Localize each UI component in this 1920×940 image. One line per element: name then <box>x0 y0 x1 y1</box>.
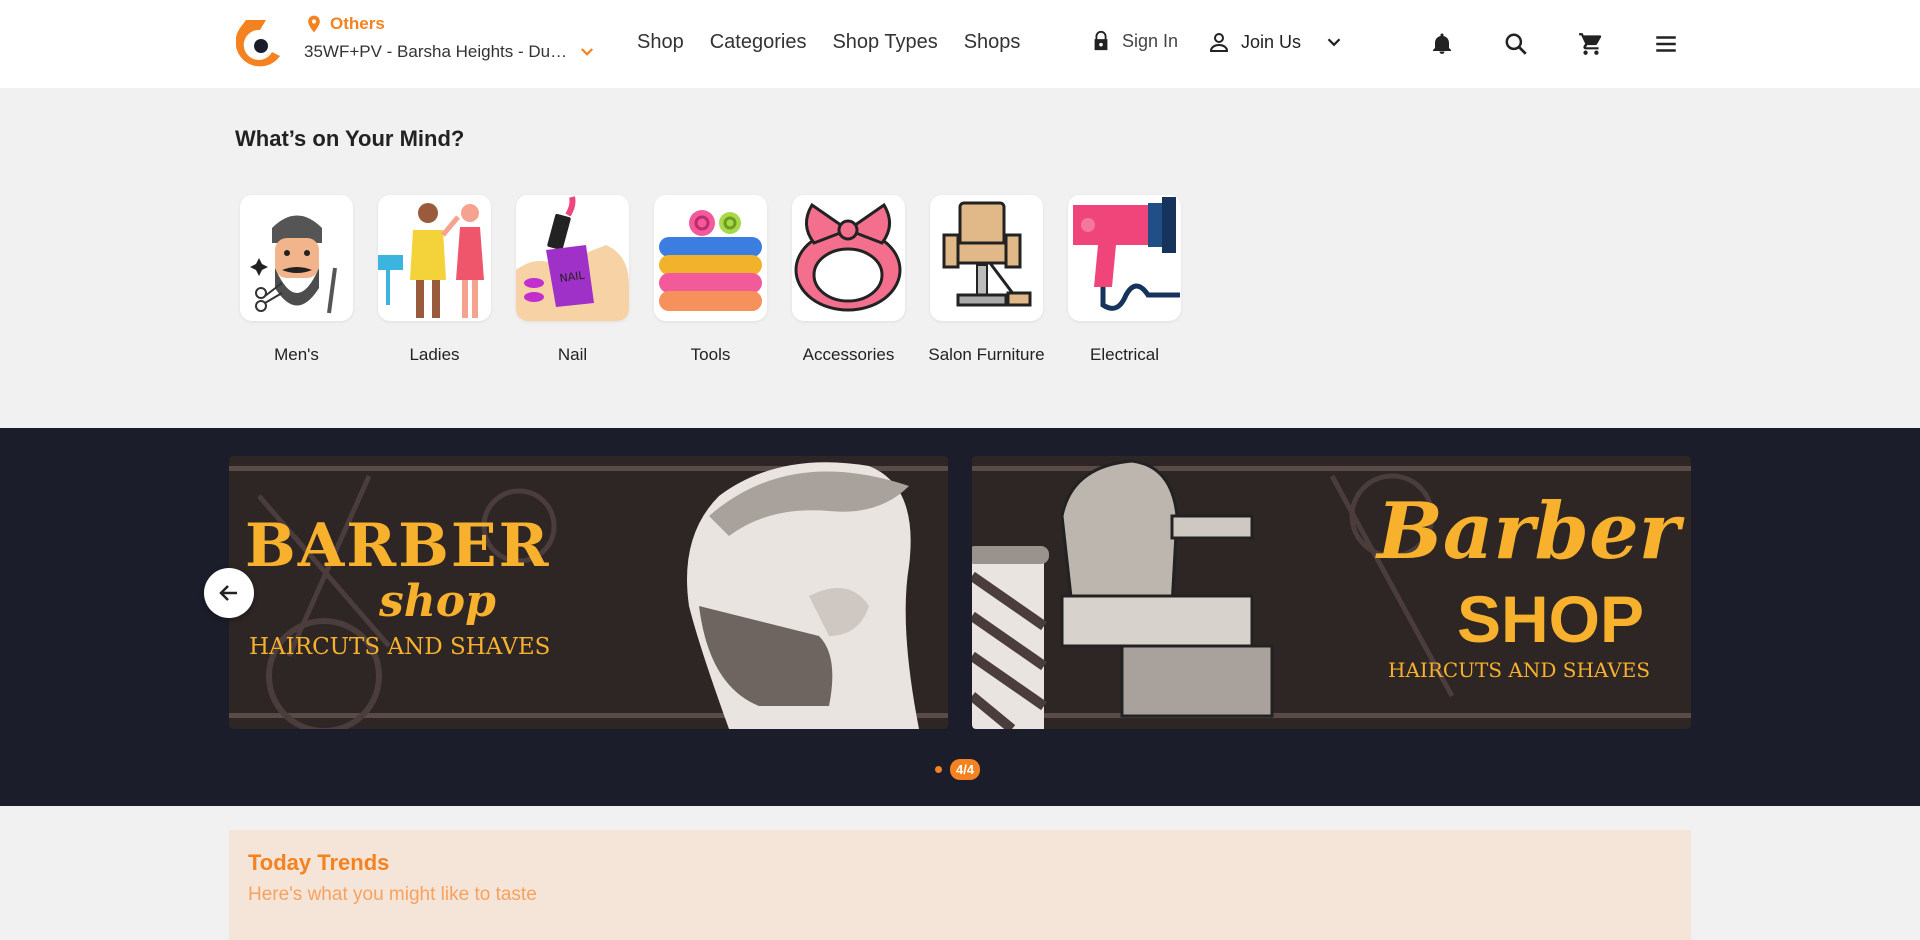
category-nail[interactable]: NAIL Nail <box>516 195 629 365</box>
category-label: Ladies <box>409 345 460 364</box>
hair-dryer-icon <box>1073 197 1180 311</box>
category-tile <box>792 195 905 321</box>
banner-subheading: shop <box>379 576 496 627</box>
sign-in-button[interactable]: Sign In <box>1090 30 1178 52</box>
category-label: Accessories <box>802 345 895 364</box>
promo-banner[interactable]: BARBER shop HAIRCUTS AND SHAVES <box>229 456 948 729</box>
nav-shop[interactable]: Shop <box>637 31 684 54</box>
nav-shop-types[interactable]: Shop Types <box>832 31 937 54</box>
location-selector[interactable]: Others <box>304 13 385 35</box>
trends-title: Today Trends <box>248 850 390 875</box>
banner-tagline: HAIRCUTS AND SHAVES <box>1388 658 1651 682</box>
category-label: Tools <box>690 345 731 364</box>
section-title: What’s on Your Mind? <box>235 126 465 151</box>
sign-in-label: Sign In <box>1122 30 1179 51</box>
main-nav: Shop Categories Shop Types Shops <box>637 31 1020 54</box>
chevron-down-icon <box>1327 38 1341 47</box>
carousel-page-badge: 4/4 <box>950 759 981 780</box>
location-pin-icon <box>308 15 320 33</box>
barber-chair-icon <box>942 201 1032 307</box>
category-tile <box>378 195 491 321</box>
category-accessories[interactable]: Accessories <box>792 195 905 365</box>
menu-button[interactable] <box>1652 30 1680 58</box>
carousel-dot[interactable] <box>935 766 942 773</box>
promo-carousel: BARBER shop HAIRCUTS AND SHAVES Barber S… <box>0 428 1920 806</box>
category-label: Salon Furniture <box>928 345 1045 364</box>
category-ladies[interactable]: Ladies <box>378 195 491 365</box>
category-tile <box>930 195 1043 321</box>
category-tile <box>654 195 767 321</box>
bearded-man-icon <box>249 215 337 314</box>
join-us-label: Join Us <box>1241 31 1302 52</box>
towels-icon <box>659 210 762 311</box>
category-mens[interactable]: Men's <box>240 195 353 365</box>
bell-icon <box>1433 33 1451 54</box>
search-icon <box>1505 33 1527 55</box>
trends-subtitle: Here's what you might like to taste <box>248 884 537 905</box>
nav-categories[interactable]: Categories <box>710 31 807 54</box>
join-us-button[interactable]: Join Us <box>1207 30 1345 54</box>
location-address: 35WF+PV - Barsha Heights - Dubai - Unite… <box>304 42 570 61</box>
search-button[interactable] <box>1502 30 1530 58</box>
banner-heading: Barber <box>1377 486 1680 577</box>
category-tools[interactable]: Tools <box>654 195 767 365</box>
chevron-down-icon <box>580 48 594 56</box>
category-electrical[interactable]: Electrical <box>1068 195 1181 365</box>
carousel-indicator: 4/4 <box>935 759 981 780</box>
category-tile <box>240 195 353 321</box>
top-header: Others 35WF+PV - Barsha Heights - Dubai … <box>0 0 1920 88</box>
brand-logo[interactable] <box>235 16 284 72</box>
category-tile: NAIL <box>516 195 629 321</box>
promo-banner[interactable]: Barber SHOP HAIRCUTS AND SHAVES <box>972 456 1691 729</box>
location-address-row[interactable]: 35WF+PV - Barsha Heights - Dubai - Unite… <box>304 42 596 62</box>
notifications-button[interactable] <box>1428 30 1456 58</box>
category-label: Nail <box>557 345 588 364</box>
nail-polish-icon: NAIL <box>516 196 629 321</box>
cart-icon <box>1579 33 1602 55</box>
category-label: Men's <box>274 345 319 364</box>
carousel-prev-button[interactable] <box>204 568 254 618</box>
person-icon <box>1209 33 1229 52</box>
bow-headband-icon <box>794 202 902 312</box>
barber-portrait-illustration <box>257 462 919 729</box>
nav-shops[interactable]: Shops <box>964 31 1021 54</box>
arrow-left-icon <box>219 585 237 601</box>
location-title: Others <box>330 14 385 33</box>
lock-icon <box>1094 30 1108 51</box>
ladies-salon-icon <box>378 203 484 318</box>
banner-subheading: SHOP <box>1457 582 1645 656</box>
category-label: Electrical <box>1090 345 1159 364</box>
cart-button[interactable] <box>1577 30 1605 58</box>
menu-icon <box>1656 36 1676 52</box>
category-list: Men's Ladies NAIL Nail Tools Accessories… <box>240 195 1181 365</box>
banner-tagline: HAIRCUTS AND SHAVES <box>249 634 551 660</box>
banner-heading: BARBER <box>245 511 551 581</box>
category-salon-furniture[interactable]: Salon Furniture <box>928 195 1045 365</box>
category-tile <box>1068 195 1181 321</box>
